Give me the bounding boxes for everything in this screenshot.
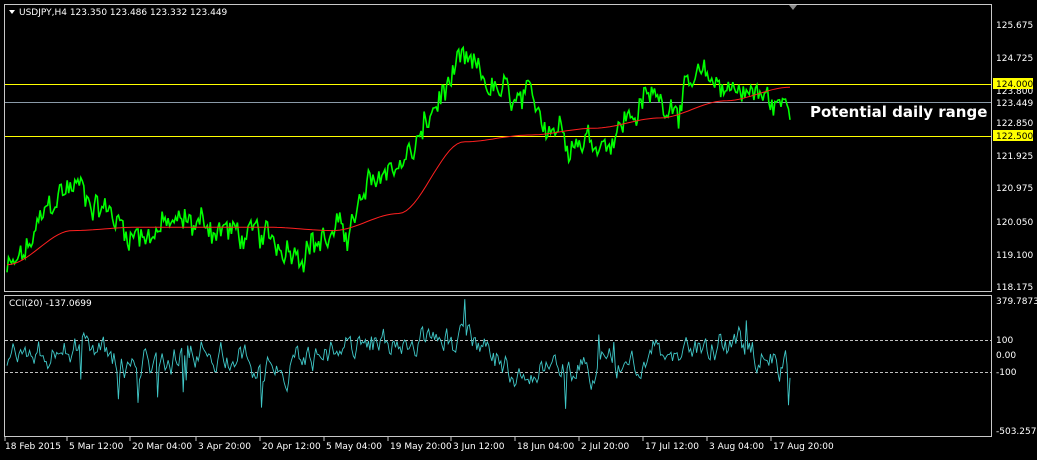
price-tick: 118.175 <box>996 283 1033 293</box>
price-tick: 125.675 <box>996 21 1033 31</box>
dropdown-arrow-icon[interactable] <box>9 10 15 14</box>
chart-shift-marker-icon[interactable] <box>789 5 797 10</box>
cci-line <box>6 299 791 409</box>
time-label: 17 Jul 12:00 <box>645 442 699 452</box>
time-label: 3 Apr 20:00 <box>198 442 251 452</box>
price-tick: 122.850 <box>996 119 1033 129</box>
time-label: 17 Aug 20:00 <box>773 442 834 452</box>
price-tick: 120.050 <box>996 218 1033 228</box>
price-tick: 120.975 <box>996 184 1033 194</box>
time-label: 5 Mar 12:00 <box>69 442 124 452</box>
time-label: 5 May 04:00 <box>326 442 382 452</box>
cci-tick: -100 <box>996 368 1017 378</box>
symbol-info: USDJPY,H4 123.350 123.486 123.332 123.44… <box>19 8 228 18</box>
time-label: 18 Feb 2015 <box>5 442 61 452</box>
time-label: 3 Aug 04:00 <box>709 442 764 452</box>
time-label: 19 May 20:00 <box>390 442 452 452</box>
time-label: 20 Mar 04:00 <box>132 442 192 452</box>
level-label-122500: 122.500 <box>996 132 1033 142</box>
time-label: 3 Jun 12:00 <box>453 442 505 452</box>
price-tick: 121.925 <box>996 152 1033 162</box>
price-line <box>6 45 791 273</box>
price-axis: 125.675 124.725 123.800 122.850 121.925 … <box>996 21 1033 293</box>
level-label-124000: 124.000 <box>996 80 1033 90</box>
chart-canvas[interactable]: USDJPY,H4 123.350 123.486 123.332 123.44… <box>0 0 1037 457</box>
cci-min-label: -503.2579 <box>996 427 1037 437</box>
time-axis: 18 Feb 2015 5 Mar 12:00 20 Mar 04:00 3 A… <box>4 437 834 452</box>
chart-window[interactable]: USDJPY,H4 123.350 123.486 123.332 123.44… <box>0 0 1037 457</box>
price-tick: 119.100 <box>996 251 1033 261</box>
cci-tick: 100 <box>996 336 1013 346</box>
main-chart-frame <box>4 4 992 292</box>
cci-max-label: 379.7873 <box>996 297 1037 307</box>
price-series <box>6 45 791 273</box>
time-label: 2 Jul 20:00 <box>581 442 630 452</box>
cci-title: CCI(20) -137.0699 <box>9 299 92 309</box>
price-tick: 124.725 <box>996 54 1033 64</box>
time-label: 20 Apr 12:00 <box>262 442 321 452</box>
cci-tick: 0.00 <box>996 351 1016 361</box>
time-label: 18 Jun 04:00 <box>517 442 574 452</box>
cci-path <box>6 299 791 409</box>
current-price-label: 123.449 <box>996 99 1033 109</box>
range-annotation: Potential daily range <box>810 103 987 121</box>
